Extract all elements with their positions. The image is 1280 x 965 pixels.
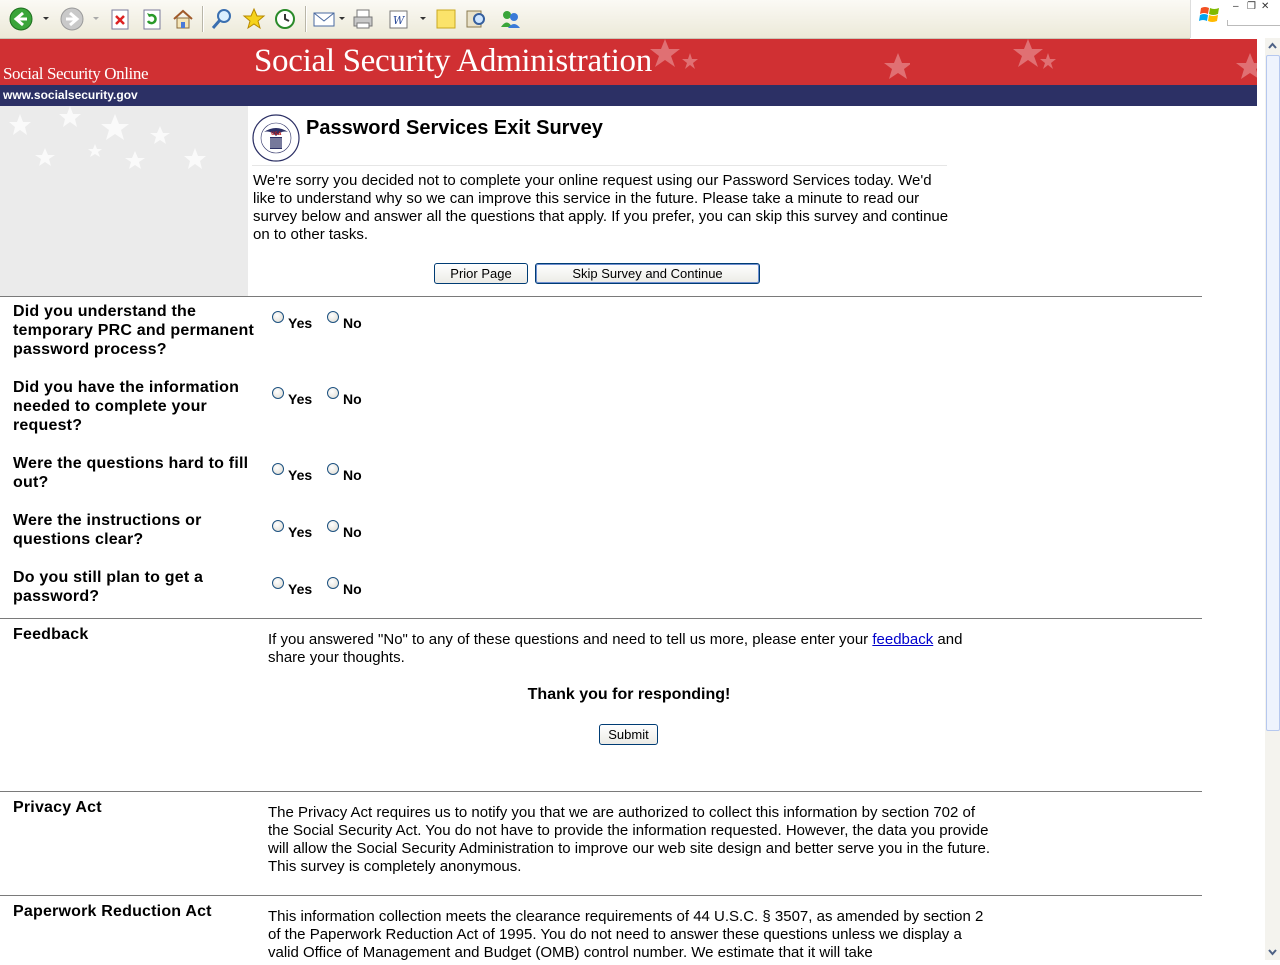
- radio-yes[interactable]: [272, 520, 284, 532]
- divider: [252, 165, 947, 166]
- radio-no[interactable]: [327, 577, 339, 589]
- feedback-link[interactable]: feedback: [872, 631, 933, 648]
- mail-icon[interactable]: [312, 7, 336, 31]
- refresh-icon[interactable]: [140, 7, 164, 31]
- decorative-star-icon: [884, 53, 910, 79]
- divider: [0, 296, 1202, 297]
- messenger-icon[interactable]: [498, 7, 522, 31]
- windows-logo-icon: [1199, 7, 1219, 22]
- edit-dropdown-icon[interactable]: [420, 17, 426, 20]
- search-icon[interactable]: [210, 7, 234, 31]
- radio-no[interactable]: [327, 311, 339, 323]
- question-label: Were the questions hard to fill out?: [13, 455, 249, 491]
- restore-icon[interactable]: ❐: [1247, 2, 1256, 12]
- svg-text:USA: USA: [271, 131, 282, 137]
- decorative-star-icon: [1236, 53, 1257, 79]
- radio-no-label: No: [343, 467, 362, 483]
- radio-no[interactable]: [327, 463, 339, 475]
- page-title: Password Services Exit Survey: [306, 117, 603, 139]
- radio-yes[interactable]: [272, 387, 284, 399]
- skip-survey-button[interactable]: Skip Survey and Continue: [535, 263, 760, 284]
- history-icon[interactable]: [273, 7, 297, 31]
- header-banner: Social Security Online Social Security A…: [0, 39, 1257, 85]
- address-field[interactable]: [1227, 20, 1280, 26]
- prior-page-button[interactable]: Prior Page: [434, 263, 528, 284]
- forward-dropdown-icon: [93, 17, 99, 20]
- toolbar-separator: [202, 6, 204, 32]
- home-icon[interactable]: [171, 7, 195, 31]
- mail-dropdown-icon[interactable]: [339, 17, 345, 20]
- thank-you-message: Thank you for responding!: [527, 686, 731, 703]
- intro-text: We're sorry you decided not to complete …: [253, 172, 949, 243]
- ssa-seal-logo: USA: [252, 114, 300, 162]
- favorites-icon[interactable]: [242, 7, 266, 31]
- feedback-text-start: If you answered "No" to any of these que…: [268, 631, 873, 648]
- radio-no[interactable]: [327, 387, 339, 399]
- radio-no-label: No: [343, 391, 362, 407]
- edit-icon[interactable]: W: [387, 7, 411, 31]
- radio-no-label: No: [343, 581, 362, 597]
- radio-yes[interactable]: [272, 311, 284, 323]
- research-icon[interactable]: [464, 7, 488, 31]
- close-icon[interactable]: ✕: [1261, 2, 1269, 12]
- svg-text:W: W: [393, 14, 406, 27]
- radio-yes-label: Yes: [288, 467, 313, 483]
- toolbar-separator: [305, 6, 307, 32]
- left-decorative-panel: [0, 106, 248, 296]
- print-icon[interactable]: [351, 7, 375, 31]
- forward-icon[interactable]: [60, 7, 84, 31]
- stop-icon[interactable]: [108, 7, 132, 31]
- radio-yes-label: Yes: [288, 391, 313, 407]
- radio-yes-label: Yes: [288, 581, 313, 597]
- radio-no[interactable]: [327, 520, 339, 532]
- question-label: Do you still plan to get a password?: [13, 569, 204, 605]
- submit-button[interactable]: Submit: [599, 724, 658, 745]
- divider: [0, 791, 1202, 792]
- radio-yes-label: Yes: [288, 524, 313, 540]
- back-icon[interactable]: [9, 7, 33, 31]
- window-controls: – ❐ ✕: [1190, 0, 1280, 38]
- url-bar: www.socialsecurity.gov: [0, 85, 1257, 106]
- radio-yes[interactable]: [272, 577, 284, 589]
- radio-no-label: No: [343, 524, 362, 540]
- decorative-stars-icon: [1013, 39, 1056, 69]
- privacy-heading: Privacy Act: [13, 799, 102, 816]
- privacy-text: The Privacy Act requires us to notify yo…: [268, 804, 991, 875]
- divider: [0, 618, 1202, 619]
- browser-toolbar: W: [0, 0, 1190, 39]
- paperwork-heading: Paperwork Reduction Act: [13, 903, 212, 920]
- faded-stars-icon: [9, 106, 206, 169]
- radio-yes-label: Yes: [288, 315, 313, 331]
- radio-yes[interactable]: [272, 463, 284, 475]
- feedback-text: If you answered "No" to any of these que…: [268, 631, 993, 667]
- paperwork-text: This information collection meets the cl…: [268, 908, 984, 960]
- vertical-scrollbar[interactable]: [1265, 38, 1280, 960]
- site-url[interactable]: www.socialsecurity.gov: [3, 88, 138, 102]
- minimize-icon[interactable]: –: [1233, 2, 1239, 12]
- question-label: Did you have the information needed to c…: [13, 379, 240, 434]
- scroll-down-arrow-icon[interactable]: [1265, 944, 1280, 960]
- question-label: Were the instructions or questions clear…: [13, 512, 202, 548]
- note-icon[interactable]: [434, 7, 458, 31]
- divider: [0, 895, 1202, 896]
- radio-no-label: No: [343, 315, 362, 331]
- scroll-up-arrow-icon[interactable]: [1265, 38, 1280, 54]
- back-dropdown-icon[interactable]: [43, 17, 49, 20]
- feedback-heading: Feedback: [13, 626, 89, 643]
- scrollbar-thumb[interactable]: [1266, 55, 1280, 731]
- site-name[interactable]: Social Security Online: [3, 64, 149, 84]
- question-label: Did you understand the temporary PRC and…: [13, 303, 255, 358]
- agency-name: Social Security Administration: [254, 43, 652, 79]
